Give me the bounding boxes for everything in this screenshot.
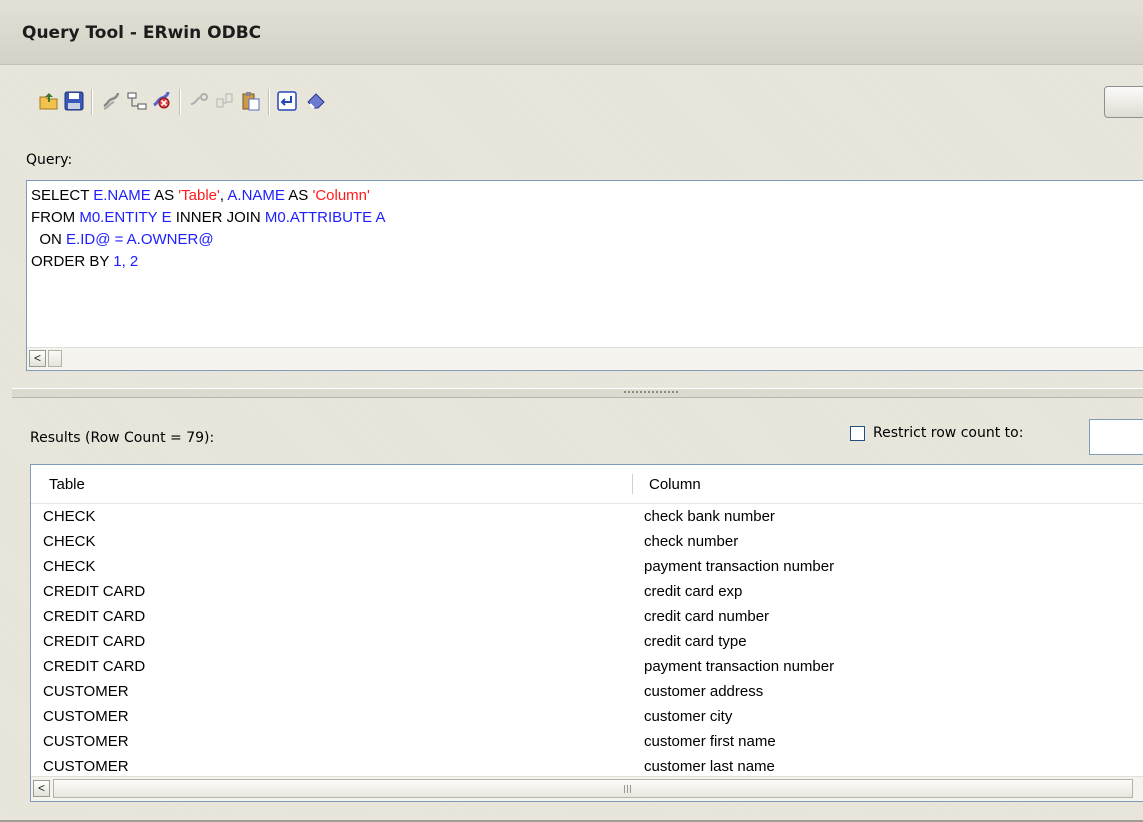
- cell-column: credit card type: [644, 633, 747, 650]
- grid-horizontal-scrollbar[interactable]: <: [31, 776, 1143, 801]
- pane-splitter[interactable]: [12, 388, 1143, 398]
- cell-column: customer first name: [644, 733, 776, 750]
- query-horizontal-scrollbar[interactable]: <: [27, 347, 1143, 370]
- query-line: ON E.ID@ = A.OWNER@: [31, 229, 214, 250]
- table-row[interactable]: CREDIT CARD payment transaction number: [31, 655, 1143, 680]
- query-token: A.NAME: [227, 187, 285, 204]
- cell-table: CHECK: [43, 508, 96, 525]
- cell-table: CUSTOMER: [43, 708, 129, 725]
- schema-icon[interactable]: [212, 87, 238, 115]
- results-label: Results (Row Count = 79):: [30, 430, 215, 446]
- query-token: 1, 2: [113, 253, 139, 270]
- grid-header: Table Column: [31, 465, 1143, 504]
- cell-table: CREDIT CARD: [43, 608, 146, 625]
- paste-icon[interactable]: [238, 87, 264, 115]
- cell-column: payment transaction number: [644, 558, 835, 575]
- link-icon[interactable]: [186, 87, 212, 115]
- cell-table: CREDIT CARD: [43, 658, 146, 675]
- title-bar: Query Tool - ERwin ODBC: [0, 0, 1143, 65]
- table-row[interactable]: CUSTOMER customer city: [31, 705, 1143, 730]
- table-row[interactable]: CUSTOMER customer address: [31, 680, 1143, 705]
- cell-table: CUSTOMER: [43, 758, 129, 775]
- query-token: 'Column': [312, 187, 370, 204]
- query-token: E.ID@ = A.OWNER@: [66, 231, 214, 248]
- results-grid[interactable]: Table Column CHECK check bank number CHECK…: [30, 464, 1143, 802]
- query-editor[interactable]: SELECT E.NAME AS 'Table', A.NAME AS 'Col…: [26, 180, 1143, 371]
- restrict-row-count-checkbox[interactable]: [850, 426, 865, 441]
- cell-table: CUSTOMER: [43, 683, 129, 700]
- table-row[interactable]: CUSTOMER customer first name: [31, 730, 1143, 755]
- scroll-left-icon[interactable]: <: [29, 350, 46, 367]
- grid-scroll-left-icon[interactable]: <: [33, 780, 50, 797]
- query-token: E.NAME: [93, 187, 151, 204]
- cell-column: customer last name: [644, 758, 775, 775]
- query-token: INNER JOIN: [171, 209, 265, 226]
- cell-column: check bank number: [644, 508, 775, 525]
- query-token: FROM: [31, 209, 80, 226]
- cell-column: customer city: [644, 708, 733, 725]
- column-header-column[interactable]: Column: [649, 476, 701, 493]
- table-row[interactable]: CHECK check number: [31, 530, 1143, 555]
- table-row[interactable]: CREDIT CARD credit card type: [31, 630, 1143, 655]
- table-row[interactable]: CHECK check bank number: [31, 505, 1143, 530]
- window-title: Query Tool - ERwin ODBC: [22, 23, 262, 43]
- query-token: 'Table': [178, 187, 220, 204]
- execute-button[interactable]: [1104, 86, 1143, 118]
- query-token: ORDER BY: [31, 253, 114, 270]
- save-icon[interactable]: [61, 87, 87, 115]
- open-icon[interactable]: [36, 87, 62, 115]
- tree-icon[interactable]: [124, 87, 150, 115]
- grid-scroll-thumb[interactable]: [53, 779, 1133, 798]
- cell-column: payment transaction number: [644, 658, 835, 675]
- clear-icon[interactable]: [303, 87, 329, 115]
- query-token: M0.ATTRIBUTE A: [264, 209, 386, 226]
- splitter-grip-icon: [624, 391, 678, 393]
- query-line: FROM M0.ENTITY E INNER JOIN M0.ATTRIBUTE…: [31, 207, 386, 228]
- table-row[interactable]: CREDIT CARD credit card exp: [31, 580, 1143, 605]
- cell-table: CREDIT CARD: [43, 633, 146, 650]
- cell-table: CREDIT CARD: [43, 583, 146, 600]
- cell-column: check number: [644, 533, 739, 550]
- restrict-row-count-label[interactable]: Restrict row count to:: [873, 425, 1023, 441]
- column-header-table[interactable]: Table: [49, 476, 85, 493]
- query-token: ON: [31, 231, 67, 248]
- query-token: AS: [150, 187, 179, 204]
- table-row[interactable]: CHECK payment transaction number: [31, 555, 1143, 580]
- cell-column: credit card number: [644, 608, 770, 625]
- query-tool-window: Query Tool - ERwin ODBC Query: SELECT E.…: [0, 0, 1143, 822]
- restrict-row-count-text: Restrict row count to:: [873, 425, 1024, 441]
- enter-icon[interactable]: [274, 87, 300, 115]
- cell-table: CHECK: [43, 558, 96, 575]
- query-token: M0.ENTITY E: [79, 209, 172, 226]
- disconnect-icon[interactable]: [149, 87, 175, 115]
- query-line: SELECT E.NAME AS 'Table', A.NAME AS 'Col…: [31, 185, 370, 206]
- query-line: ORDER BY 1, 2: [31, 251, 138, 272]
- query-token: AS: [284, 187, 313, 204]
- scroll-thumb[interactable]: [48, 350, 62, 367]
- table-row[interactable]: CREDIT CARD credit card number: [31, 605, 1143, 630]
- cell-table: CUSTOMER: [43, 733, 129, 750]
- query-label: Query:: [26, 152, 73, 168]
- connect-icon[interactable]: [98, 87, 124, 115]
- query-token: SELECT: [31, 187, 94, 204]
- cell-table: CHECK: [43, 533, 96, 550]
- restrict-row-count-input[interactable]: [1089, 419, 1143, 455]
- cell-column: credit card exp: [644, 583, 743, 600]
- cell-column: customer address: [644, 683, 764, 700]
